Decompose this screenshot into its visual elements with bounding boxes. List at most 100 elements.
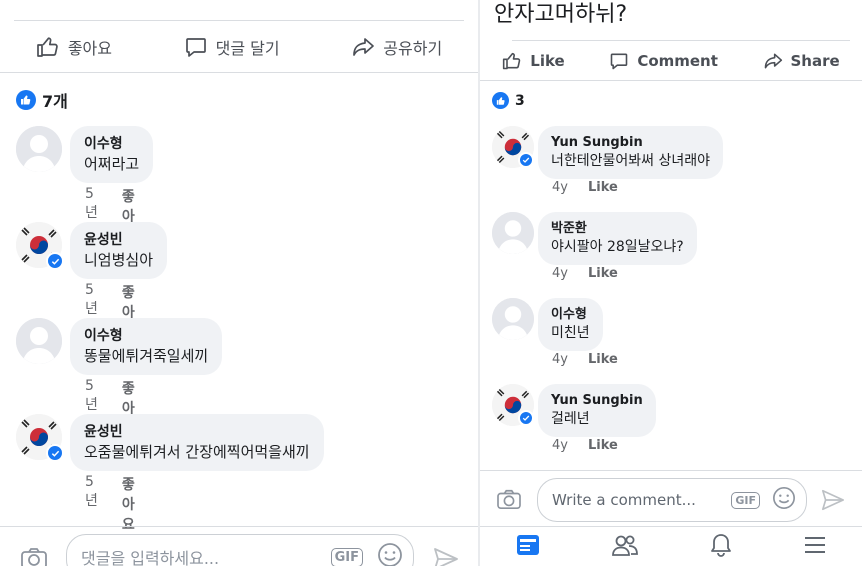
like-reaction-icon [492, 92, 509, 109]
emoji-icon[interactable] [772, 486, 796, 514]
commenter-name[interactable]: 이수형 [551, 305, 590, 324]
like-button[interactable]: 좋아요 [36, 35, 112, 59]
reaction-summary[interactable]: 7개 [16, 88, 68, 112]
comment-text: 오줌물에튀겨서 간장에찍어먹을새끼 [84, 443, 310, 461]
truncated-post-text: · · · · · · · · · · · · · · · · · · [18, 0, 209, 6]
share-arrow-icon [763, 51, 783, 71]
news-feed-icon[interactable] [515, 533, 541, 561]
commenter-name[interactable]: 이수형 [84, 134, 139, 154]
divider [0, 72, 478, 73]
notifications-bell-icon[interactable] [709, 532, 733, 562]
comment-bubble: 이수형 미친년 [538, 298, 603, 351]
reaction-count: 7개 [42, 92, 68, 111]
commenter-name[interactable]: Yun Sungbin [551, 391, 643, 410]
share-button[interactable]: Share [763, 51, 840, 71]
menu-hamburger-icon[interactable] [803, 535, 827, 559]
emoji-icon[interactable] [377, 542, 403, 566]
comment-meta: 4y Like [552, 352, 618, 367]
comment-bubble-icon [609, 51, 629, 71]
avatar[interactable] [16, 318, 62, 364]
comment-text: 어쩌라고 [84, 155, 140, 173]
divider [480, 80, 862, 81]
commenter-name[interactable]: 박준환 [551, 219, 684, 238]
share-label: Share [790, 52, 840, 70]
gif-icon[interactable]: GIF [330, 547, 363, 566]
commenter-name[interactable]: 윤성빈 [84, 230, 153, 250]
comment-like-button[interactable]: Like [588, 438, 618, 453]
verified-check-icon [46, 444, 64, 462]
comment-text: 똥물에튀겨죽일세끼 [84, 347, 209, 365]
comment-time[interactable]: 4y [552, 352, 568, 367]
comment-text: 니엄병심아 [84, 251, 154, 269]
thumbs-up-icon [36, 35, 60, 59]
verified-check-icon [46, 252, 64, 270]
comment-input-placeholder: 댓글을 입력하세요... [81, 549, 220, 566]
comment-text: 걸레년 [551, 411, 590, 427]
comment-bubble: 윤성빈 오줌물에튀겨서 간장에찍어먹을새끼 [70, 414, 324, 471]
comment-button[interactable]: Comment [609, 51, 718, 71]
comment-time[interactable]: 4y [552, 180, 568, 195]
comment-input[interactable]: Write a comment... GIF [537, 478, 807, 522]
send-icon[interactable] [820, 488, 846, 516]
divider [512, 40, 850, 41]
like-reaction-icon [16, 90, 36, 110]
friends-icon[interactable] [611, 533, 639, 561]
comment-text: 야시팔아 28일날오냐? [551, 239, 684, 255]
comment-bubble: 이수형 똥물에튀겨죽일세끼 [70, 318, 223, 375]
comment-label: 댓글 달기 [215, 39, 280, 58]
like-label: Like [530, 52, 565, 70]
camera-icon[interactable] [20, 546, 48, 566]
verified-check-icon [518, 152, 534, 168]
send-icon[interactable] [432, 546, 460, 566]
share-button[interactable]: 공유하기 [351, 35, 442, 59]
comment-like-button[interactable]: Like [588, 352, 618, 367]
comment-bubble: Yun Sungbin 너한테안물어봐써 상녀래야 [538, 126, 724, 179]
comment-time[interactable]: 5년 [85, 474, 98, 534]
comment-input-placeholder: Write a comment... [552, 491, 696, 509]
comment-like-button[interactable]: Like [588, 266, 618, 281]
commenter-name[interactable]: 윤성빈 [84, 422, 310, 442]
comment-like-button[interactable]: 좋아요 [122, 474, 135, 534]
comment-time[interactable]: 4y [552, 266, 568, 281]
post-text: 안자고머하뉘? [494, 2, 628, 27]
commenter-name[interactable]: 이수형 [84, 326, 208, 346]
comment-meta: 4y Like [552, 266, 618, 281]
comment-label: Comment [637, 52, 718, 70]
comment-bubble: Yun Sungbin 걸레년 [538, 384, 656, 437]
share-arrow-icon [351, 35, 375, 59]
divider [0, 526, 478, 527]
like-label: 좋아요 [67, 39, 112, 58]
comment-composer: Write a comment... GIF [480, 476, 862, 522]
like-button[interactable]: Like [502, 51, 565, 71]
commenter-name[interactable]: Yun Sungbin [551, 133, 710, 152]
comment-composer: 댓글을 입력하세요... GIF [0, 532, 478, 566]
comment-input[interactable]: 댓글을 입력하세요... GIF [66, 534, 414, 566]
bottom-tab-bar [480, 526, 862, 567]
verified-check-icon [518, 410, 534, 426]
comment-bubble-icon [184, 35, 208, 59]
post-actions: Like Comment Share [480, 46, 862, 76]
comment-text: 너한테안물어봐써 상녀래야 [551, 153, 711, 169]
comment-meta: 5년 좋아요 [85, 474, 135, 534]
right-screenshot: 안자고머하뉘? Like Comment Share 3 Yun Sungbin… [480, 0, 862, 566]
reaction-summary[interactable]: 3 [492, 92, 525, 109]
comment-button[interactable]: 댓글 달기 [184, 35, 280, 59]
camera-icon[interactable] [496, 488, 522, 514]
divider [14, 20, 464, 21]
reaction-count: 3 [515, 92, 525, 109]
post-actions: 좋아요 댓글 달기 공유하기 [0, 28, 478, 66]
comment-bubble: 박준환 야시팔아 28일날오냐? [538, 212, 697, 265]
avatar[interactable] [16, 126, 62, 172]
comment-meta: 4y Like [552, 438, 618, 453]
comment-meta: 4y Like [552, 180, 618, 195]
comment-time[interactable]: 4y [552, 438, 568, 453]
comment-like-button[interactable]: Like [588, 180, 618, 195]
avatar[interactable] [492, 298, 534, 340]
share-label: 공유하기 [383, 39, 443, 58]
comment-bubble: 윤성빈 니엄병심아 [70, 222, 168, 279]
divider [480, 470, 862, 471]
gif-icon[interactable]: GIF [731, 491, 760, 509]
thumbs-up-icon [502, 51, 522, 71]
comment-bubble: 이수형 어쩌라고 [70, 126, 154, 183]
avatar[interactable] [492, 212, 534, 254]
